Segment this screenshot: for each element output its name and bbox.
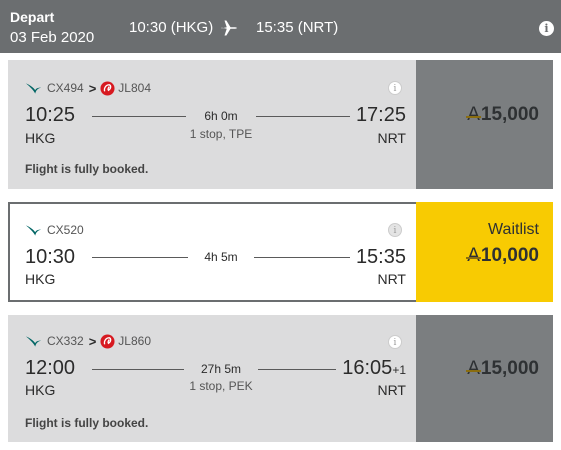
arrival-airport: NRT [377,271,406,287]
fare-option[interactable]: A15,000 [416,315,553,442]
miles-value: 10,000 [480,245,539,266]
flight-numbers: CX332 > JL860 [25,333,151,349]
departure-time: 12:00 [25,357,76,379]
route-line-left [92,116,186,117]
flight-duration: 27h 5m [200,362,242,376]
departure-time: 10:25 [25,104,76,126]
segment-1-flight-number: CX494 [47,81,84,95]
miles-value: 15,000 [480,358,539,379]
segment-1-flight-number: CX332 [47,334,84,348]
route-line-right [254,257,350,258]
airplane-icon [221,20,237,36]
asia-miles-icon: A [466,358,481,379]
asia-miles-icon: A [466,245,481,266]
cathay-pacific-logo [25,224,42,236]
asia-miles-icon: A [466,104,481,125]
depart-date: 03 Feb 2020 [10,29,95,46]
departure-airport: HKG [25,271,56,287]
cathay-pacific-logo [25,82,42,94]
day-offset: +1 [392,363,406,377]
header-depart-time: 10:30 (HKG) [129,19,214,36]
miles-price: A10,000 [466,245,539,267]
flight-numbers: CX520 [25,222,84,238]
flight-option-card[interactable]: CX332 > JL860 i 12:00 HKG 27h 5m 1 stop,… [8,315,553,442]
stops-info: 1 stop, PEK [189,379,253,393]
waitlist-status: Waitlist [488,221,539,238]
arrival-time: 16:05+1 [342,357,406,380]
flight-option-card[interactable]: CX494 > JL804 i 10:25 HKG 6h 0m 1 stop, … [8,60,553,189]
flight-info-icon[interactable]: i [388,81,402,95]
info-icon[interactable]: i [539,21,554,36]
departure-airport: HKG [25,382,56,398]
japan-airlines-logo [100,80,115,96]
depart-label: Depart [10,9,55,25]
flight-duration: 4h 5m [204,250,238,264]
itinerary-header: Depart 03 Feb 2020 10:30 (HKG) 15:35 (NR… [0,0,561,53]
miles-price: A15,000 [466,358,539,380]
fare-option-waitlist[interactable]: Waitlist A10,000 [416,202,553,302]
arrival-time: 15:35 [355,246,406,268]
arrival-airport: NRT [377,130,406,146]
miles-value: 15,000 [480,104,539,125]
route-line-right [256,116,350,117]
flight-info-icon[interactable]: i [388,335,402,349]
departure-airport: HKG [25,130,56,146]
japan-airlines-logo [100,333,115,349]
booking-note: Flight is fully booked. [25,162,149,176]
flight-numbers: CX494 > JL804 [25,80,151,96]
cathay-pacific-logo [25,335,42,347]
arrival-time: 17:25 [355,104,406,126]
flight-duration: 6h 0m [204,109,238,123]
route-line-right [258,369,336,370]
stops-info: 1 stop, TPE [189,127,253,141]
booking-note: Flight is fully booked. [25,416,149,430]
route-line-left [92,369,184,370]
arrival-time-value: 16:05 [342,357,393,379]
chevron-right-icon: > [88,333,97,349]
fare-option[interactable]: A15,000 [416,60,553,189]
miles-price: A15,000 [466,104,539,126]
segment-2-flight-number: JL804 [118,81,151,95]
header-arrive-time: 15:35 (NRT) [256,19,339,36]
departure-time: 10:30 [25,246,76,268]
segment-2-flight-number: JL860 [118,334,151,348]
route-line-left [92,257,188,258]
arrival-airport: NRT [377,382,406,398]
chevron-right-icon: > [88,80,97,96]
flight-option-card-selected[interactable]: CX520 i 10:30 HKG 4h 5m 15:35 NRT Waitli… [8,202,553,302]
segment-1-flight-number: CX520 [47,223,84,237]
flight-info-icon[interactable]: i [388,223,402,237]
